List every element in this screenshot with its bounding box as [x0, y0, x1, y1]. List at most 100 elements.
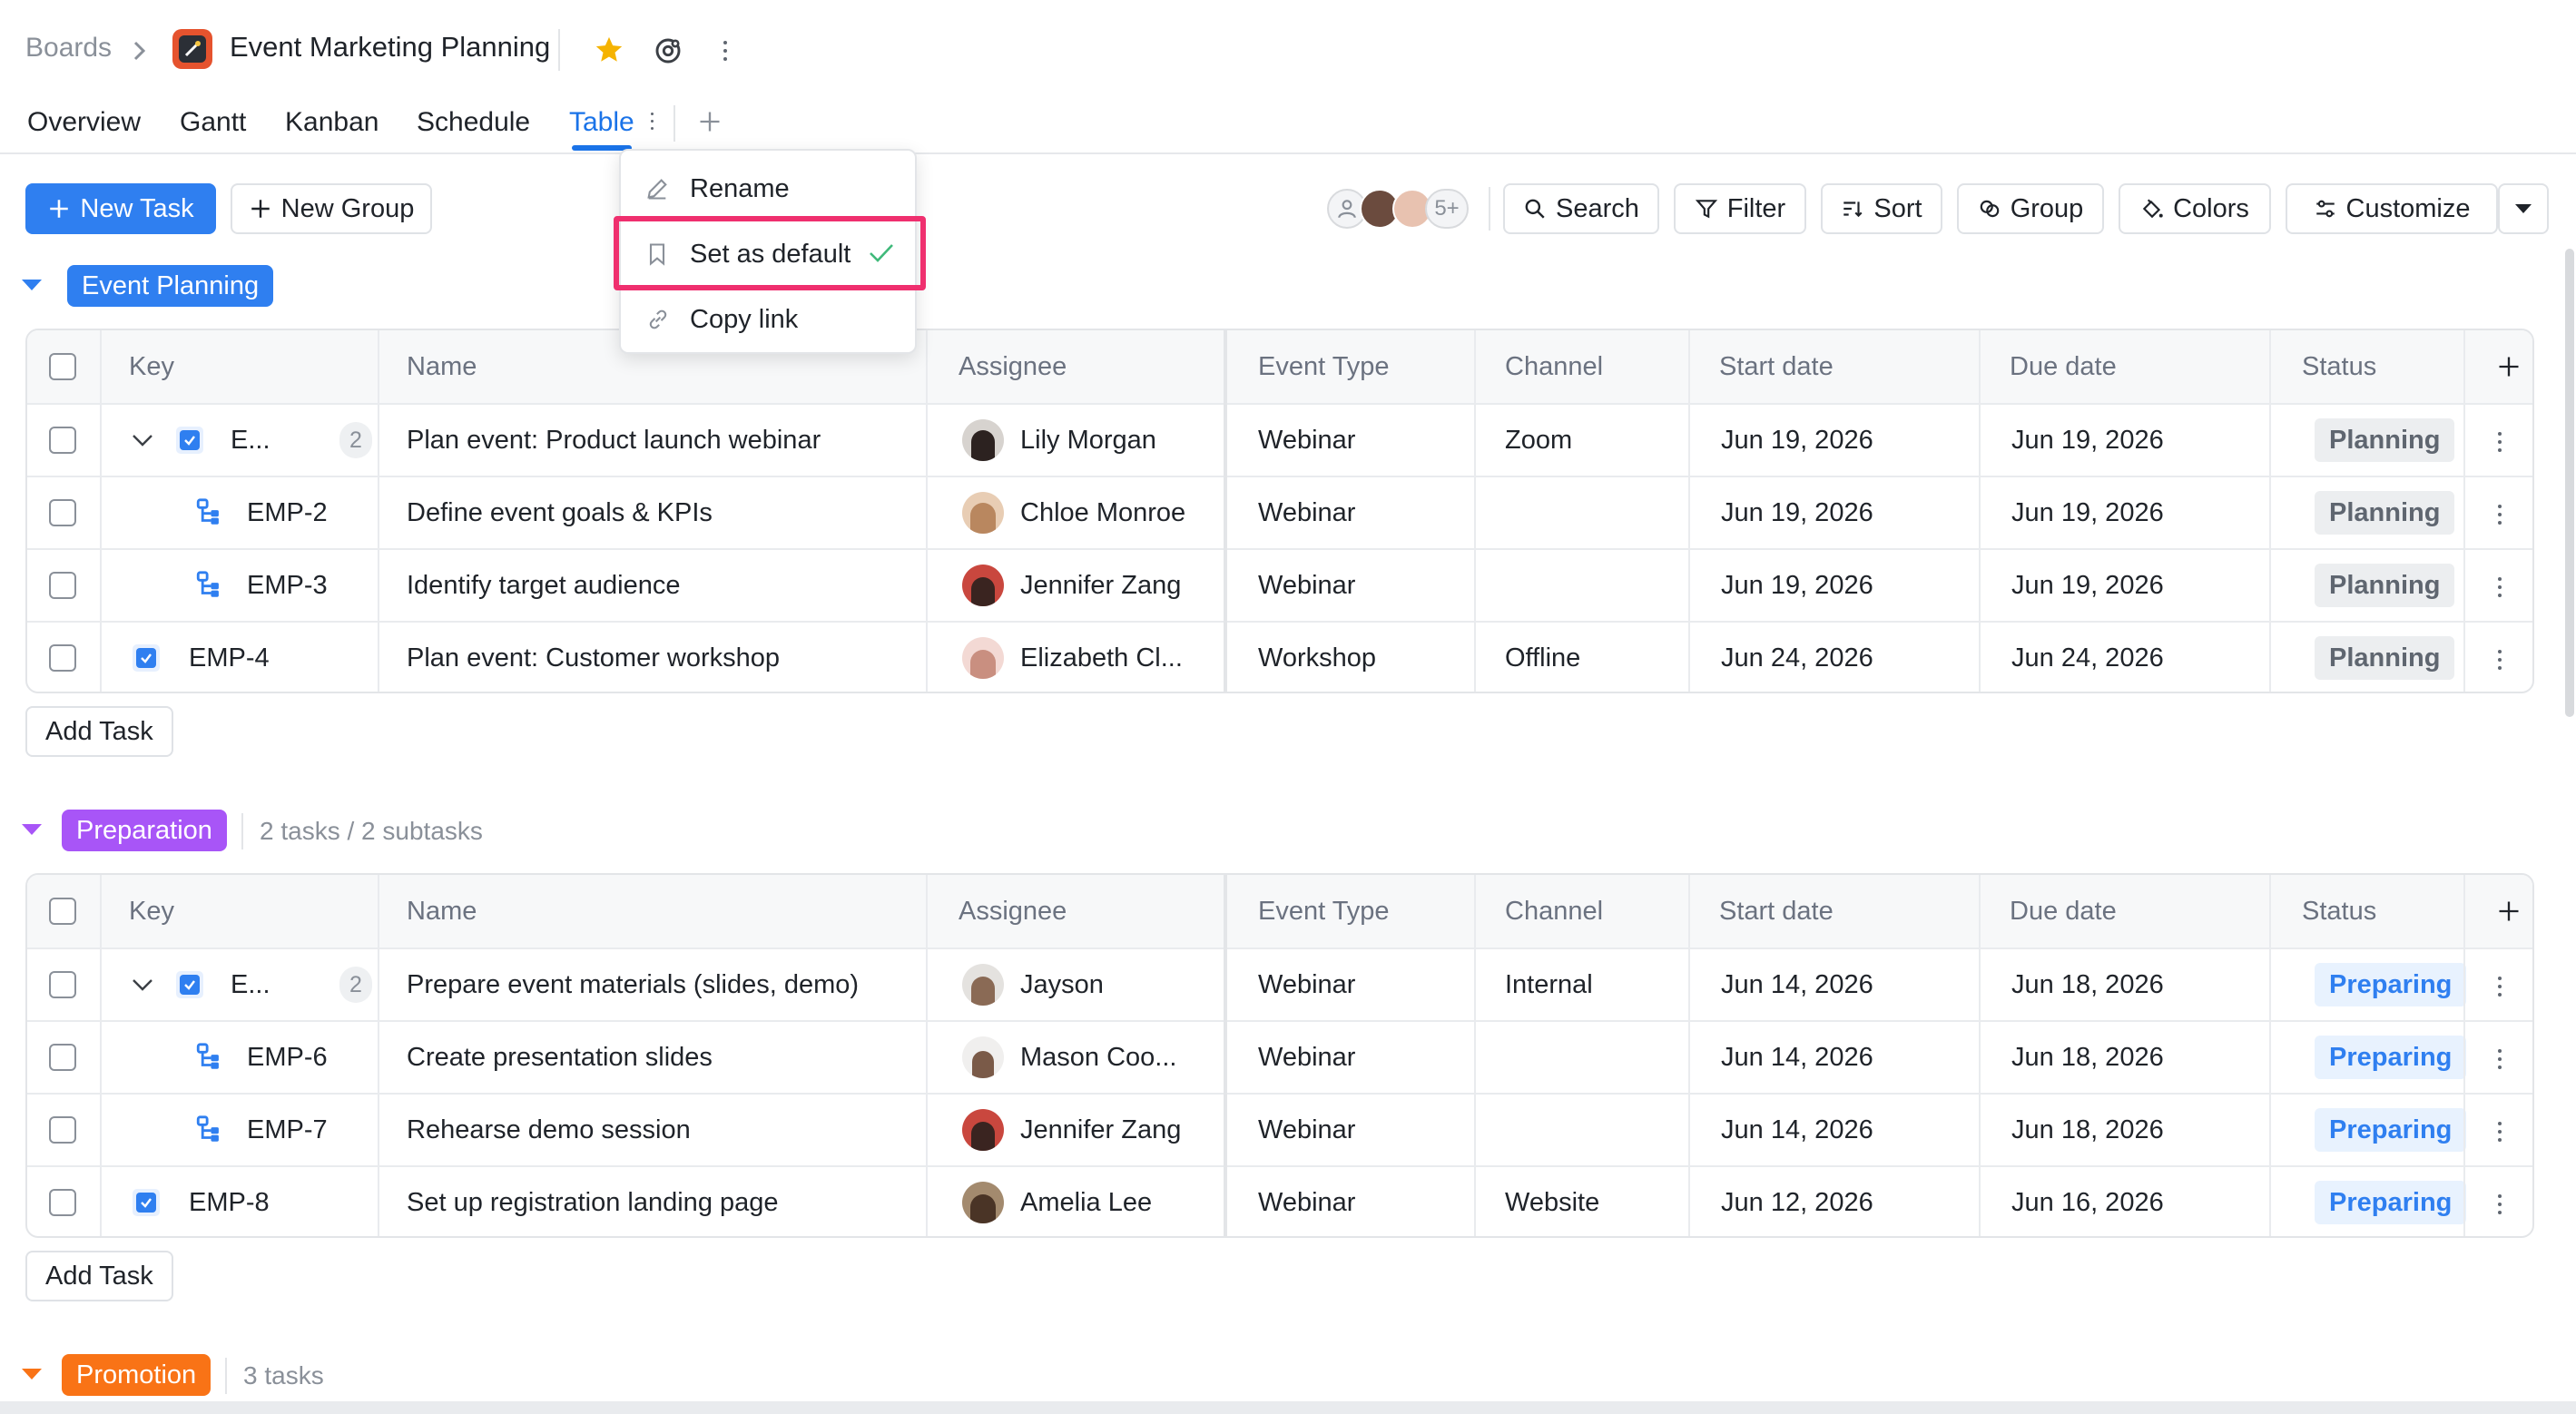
add-column-icon[interactable] — [2496, 330, 2522, 403]
channel[interactable]: Internal — [1505, 949, 1593, 1020]
start-date[interactable]: Jun 19, 2026 — [1721, 550, 1873, 621]
row-checkbox[interactable] — [49, 623, 76, 692]
task-name[interactable]: Plan event: Customer workshop — [407, 623, 780, 692]
horizontal-scrollbar[interactable] — [0, 1401, 2576, 1414]
column-header-assignee[interactable]: Assignee — [959, 875, 1067, 948]
row-checkbox[interactable] — [49, 1167, 76, 1236]
start-date[interactable]: Jun 12, 2026 — [1721, 1167, 1873, 1236]
event-type[interactable]: Webinar — [1258, 477, 1355, 548]
column-header-key[interactable]: Key — [129, 330, 174, 403]
assignee-cell[interactable]: Jennifer Zang — [962, 550, 1181, 621]
status-badge[interactable]: Planning — [2315, 405, 2455, 476]
task-name[interactable]: Rehearse demo session — [407, 1095, 691, 1165]
status-badge[interactable]: Planning — [2315, 623, 2455, 692]
group-tag-promotion[interactable]: Promotion — [62, 1354, 211, 1396]
row-checkbox[interactable] — [49, 477, 76, 548]
column-header-status[interactable]: Status — [2302, 875, 2376, 948]
assignee-cell[interactable]: Jayson — [962, 949, 1104, 1020]
due-date[interactable]: Jun 18, 2026 — [2011, 949, 2164, 1020]
more-options-button[interactable] — [2498, 183, 2549, 234]
collapse-group-icon[interactable] — [22, 824, 42, 835]
row-more-icon[interactable] — [2498, 1122, 2502, 1146]
event-type[interactable]: Webinar — [1258, 1167, 1355, 1236]
task-key[interactable]: EMP-6 — [247, 1022, 328, 1093]
row-more-icon[interactable] — [2498, 650, 2502, 674]
task-key[interactable]: EMP-4 — [189, 623, 270, 692]
due-date[interactable]: Jun 19, 2026 — [2011, 477, 2164, 548]
expand-row-icon[interactable] — [131, 405, 154, 476]
status-badge[interactable]: Preparing — [2315, 1022, 2467, 1093]
due-date[interactable]: Jun 18, 2026 — [2011, 1022, 2164, 1093]
column-header-status[interactable]: Status — [2302, 330, 2376, 403]
collapse-group-icon[interactable] — [22, 280, 42, 290]
task-key[interactable]: EMP-7 — [247, 1095, 328, 1165]
tab-gantt[interactable]: Gantt — [180, 107, 246, 138]
task-key[interactable]: EMP-8 — [189, 1167, 270, 1236]
tab-table[interactable]: Table — [569, 107, 634, 138]
assignee-cell[interactable]: Chloe Monroe — [962, 477, 1185, 548]
status-badge[interactable]: Planning — [2315, 550, 2455, 621]
customize-button[interactable]: Customize — [2286, 183, 2498, 234]
due-date[interactable]: Jun 24, 2026 — [2011, 623, 2164, 692]
table-row[interactable]: EMP-6 Create presentation slides Mason C… — [27, 1020, 2532, 1093]
row-checkbox[interactable] — [49, 405, 76, 476]
row-more-icon[interactable] — [2498, 977, 2502, 1001]
event-type[interactable]: Webinar — [1258, 1022, 1355, 1093]
column-header-due-date[interactable]: Due date — [2010, 875, 2117, 948]
column-header-channel[interactable]: Channel — [1505, 875, 1603, 948]
due-date[interactable]: Jun 16, 2026 — [2011, 1167, 2164, 1236]
column-header-name[interactable]: Name — [407, 875, 477, 948]
group-tag-preparation[interactable]: Preparation — [62, 810, 227, 851]
start-date[interactable]: Jun 24, 2026 — [1721, 623, 1873, 692]
select-all-checkbox[interactable] — [49, 330, 76, 403]
add-task-button[interactable]: Add Task — [25, 706, 173, 757]
new-task-button[interactable]: New Task — [25, 183, 216, 234]
task-name[interactable]: Identify target audience — [407, 550, 680, 621]
task-key[interactable]: E... — [231, 949, 270, 1020]
expand-row-icon[interactable] — [131, 949, 154, 1020]
select-all-checkbox[interactable] — [49, 875, 76, 948]
row-checkbox[interactable] — [49, 1095, 76, 1165]
tab-kanban[interactable]: Kanban — [285, 107, 379, 138]
row-more-icon[interactable] — [2498, 432, 2502, 457]
tab-schedule[interactable]: Schedule — [417, 107, 530, 138]
table-row[interactable]: EMP-3 Identify target audience Jennifer … — [27, 548, 2532, 621]
start-date[interactable]: Jun 14, 2026 — [1721, 1022, 1873, 1093]
watch-icon[interactable] — [654, 36, 683, 65]
status-badge[interactable]: Preparing — [2315, 1167, 2467, 1236]
assignee-cell[interactable]: Elizabeth Cl... — [962, 623, 1183, 692]
assignee-cell[interactable]: Lily Morgan — [962, 405, 1156, 476]
group-button[interactable]: Group — [1957, 183, 2104, 234]
vertical-scrollbar[interactable] — [2565, 249, 2574, 717]
row-more-icon[interactable] — [2498, 505, 2502, 529]
start-date[interactable]: Jun 14, 2026 — [1721, 1095, 1873, 1165]
colors-button[interactable]: Colors — [2119, 183, 2271, 234]
column-header-key[interactable]: Key — [129, 875, 174, 948]
start-date[interactable]: Jun 14, 2026 — [1721, 949, 1873, 1020]
column-header-assignee[interactable]: Assignee — [959, 330, 1067, 403]
event-type[interactable]: Webinar — [1258, 405, 1355, 476]
row-more-icon[interactable] — [2498, 1194, 2502, 1219]
status-badge[interactable]: Planning — [2315, 477, 2455, 548]
task-name[interactable]: Set up registration landing page — [407, 1167, 779, 1236]
menu-item-rename[interactable]: Rename — [621, 160, 915, 218]
row-more-icon[interactable] — [2498, 1049, 2502, 1074]
breadcrumb-boards[interactable]: Boards — [25, 33, 112, 64]
due-date[interactable]: Jun 18, 2026 — [2011, 1095, 2164, 1165]
add-task-button[interactable]: Add Task — [25, 1251, 173, 1301]
sort-button[interactable]: Sort — [1821, 183, 1942, 234]
event-type[interactable]: Webinar — [1258, 550, 1355, 621]
event-type[interactable]: Workshop — [1258, 623, 1376, 692]
tab-more-icon[interactable] — [651, 113, 654, 134]
table-row[interactable]: E... 2 Prepare event materials (slides, … — [27, 948, 2532, 1020]
column-header-due-date[interactable]: Due date — [2010, 330, 2117, 403]
new-group-button[interactable]: New Group — [231, 183, 432, 234]
event-type[interactable]: Webinar — [1258, 949, 1355, 1020]
row-checkbox[interactable] — [49, 949, 76, 1020]
board-more-icon[interactable] — [723, 41, 727, 65]
due-date[interactable]: Jun 19, 2026 — [2011, 405, 2164, 476]
column-header-start-date[interactable]: Start date — [1719, 330, 1834, 403]
column-header-start-date[interactable]: Start date — [1719, 875, 1834, 948]
filter-button[interactable]: Filter — [1674, 183, 1806, 234]
column-header-event-type[interactable]: Event Type — [1258, 875, 1390, 948]
